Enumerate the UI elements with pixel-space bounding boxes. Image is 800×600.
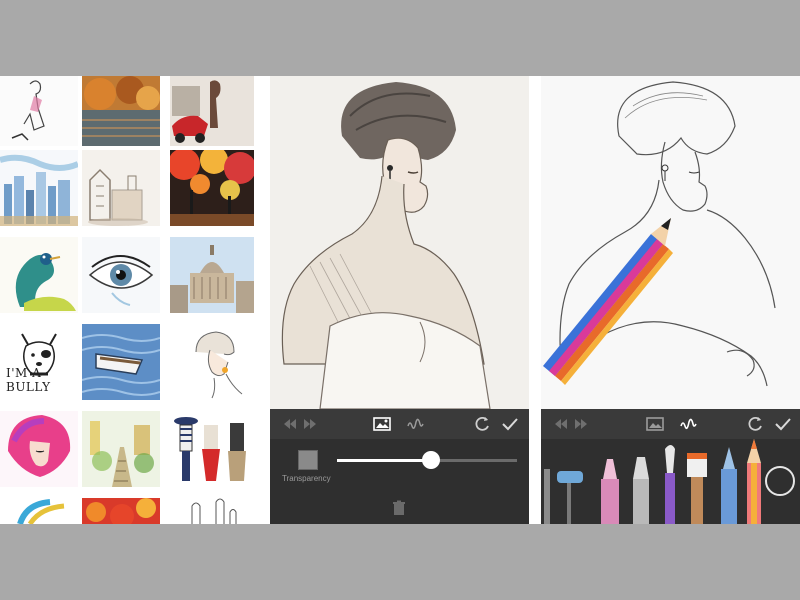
gallery-thumb-city-skyline[interactable]: [0, 150, 78, 226]
check-icon[interactable]: [773, 414, 793, 434]
transparency-slider[interactable]: [337, 451, 517, 469]
gallery-thumb-fashion-figures[interactable]: [170, 411, 254, 487]
undo-icon[interactable]: [278, 414, 298, 434]
gallery-thumb-red-car[interactable]: [170, 76, 254, 146]
undo-icon[interactable]: [549, 414, 569, 434]
line-art-canvas[interactable]: [541, 76, 800, 409]
artwork-gallery: I'M A BULLY: [0, 76, 262, 524]
rotate-icon[interactable]: [745, 414, 765, 434]
check-icon[interactable]: [500, 414, 520, 434]
toolbar-top-row: [270, 409, 529, 439]
gallery-thumb-woman-profile[interactable]: [170, 324, 254, 400]
gallery-thumb-rowboat[interactable]: [82, 324, 160, 400]
gallery-thumb-old-building[interactable]: [82, 150, 160, 226]
gallery-thumb-capitol[interactable]: [170, 237, 254, 313]
gallery-thumb-girl-sketch[interactable]: [0, 76, 78, 146]
editor-transparency-screen: Transparency: [270, 76, 529, 524]
color-picker-button[interactable]: [765, 466, 795, 496]
slider-handle[interactable]: [421, 451, 440, 469]
marker-icon: [601, 459, 619, 524]
transparency-toolbar: Transparency: [270, 409, 529, 524]
gallery-thumb-color-splash[interactable]: [0, 498, 78, 524]
editor-brushes-screen: [541, 76, 800, 524]
brush-tray: [541, 439, 800, 524]
brush-icon[interactable]: [406, 414, 426, 434]
gallery-thumb-cactus[interactable]: [170, 498, 254, 524]
gallery-thumb-red-flowers[interactable]: [82, 498, 160, 524]
gallery-thumb-peacock[interactable]: [0, 237, 78, 313]
image-icon[interactable]: [645, 414, 665, 434]
round-brush-icon: [665, 445, 675, 524]
gallery-thumb-autumn-lake[interactable]: [82, 76, 160, 146]
brush-toolbar: [541, 409, 800, 524]
brush-icon[interactable]: [679, 414, 699, 434]
colored-pencil-icon: [747, 439, 761, 524]
rotate-icon[interactable]: [472, 414, 492, 434]
gallery-thumb-eye[interactable]: [82, 237, 160, 313]
screenshot-strip: I'M A BULLY Transparency: [0, 76, 800, 524]
brush-pencil-partial-icon: [544, 469, 550, 524]
image-icon[interactable]: [372, 414, 392, 434]
toolbar-top-row: [541, 409, 800, 439]
ink-pen-icon: [721, 447, 737, 524]
gallery-thumb-pink-hair[interactable]: [0, 411, 78, 487]
gallery-thumb-railway-town[interactable]: [82, 411, 160, 487]
sketch-woman-canvas[interactable]: [270, 76, 529, 409]
slider-fill: [337, 459, 431, 462]
gallery-thumb-bully-dog[interactable]: I'M A BULLY: [0, 324, 78, 400]
trash-icon[interactable]: [391, 500, 407, 516]
felt-pen-icon: [633, 457, 649, 524]
layer-thumbnail[interactable]: [298, 450, 318, 470]
bully-caption: I'M A BULLY: [6, 366, 51, 394]
redo-icon[interactable]: [573, 414, 593, 434]
redo-icon[interactable]: [302, 414, 322, 434]
flat-brush-icon: [687, 453, 707, 524]
transparency-label: Transparency: [282, 474, 331, 483]
gallery-thumb-rain-park[interactable]: [170, 150, 254, 226]
paint-roller-icon: [557, 471, 583, 524]
